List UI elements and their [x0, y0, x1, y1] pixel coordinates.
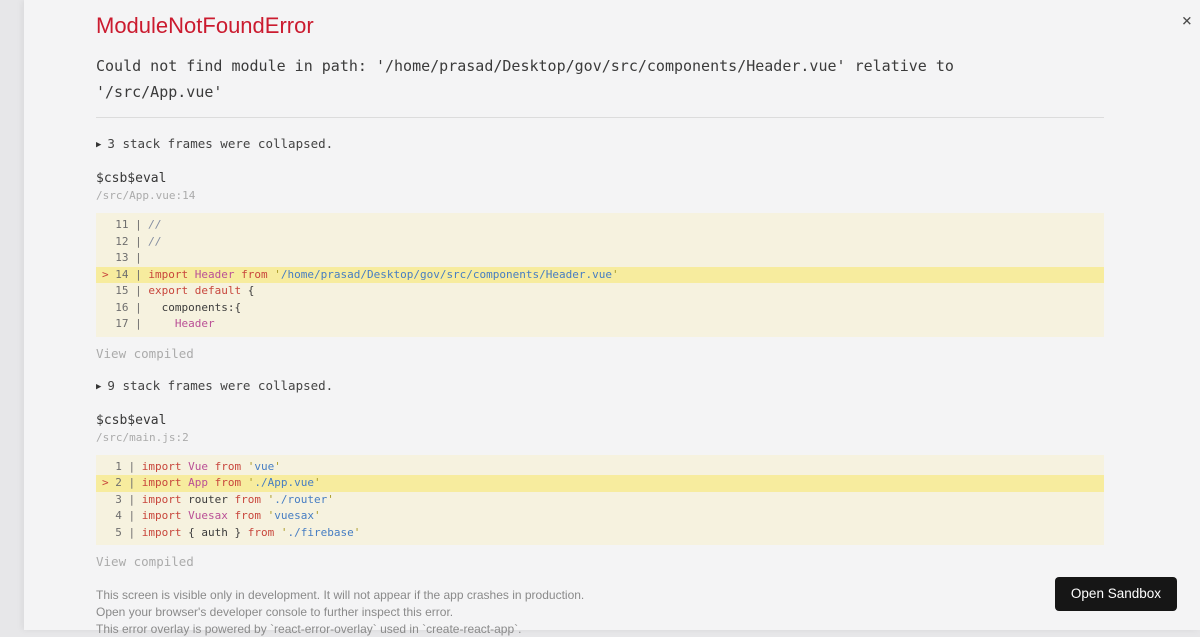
code-snippet: 1 | import Vue from 'vue'> 2 | import Ap…	[96, 455, 1104, 546]
collapsed-frames-label: 9 stack frames were collapsed.	[107, 378, 333, 393]
code-line: 3 | import router from './router'	[96, 492, 1104, 509]
frame-function-name: $csb$eval	[96, 172, 1104, 186]
collapsed-frames-toggle[interactable]: ▶ 3 stack frames were collapsed.	[96, 137, 1104, 152]
code-line: 4 | import Vuesax from 'vuesax'	[96, 508, 1104, 525]
collapse-arrow-icon: ▶	[96, 139, 101, 152]
code-line: 5 | import { auth } from './firebase'	[96, 525, 1104, 542]
code-line: 17 | Header	[96, 316, 1104, 333]
frame-file-location: /src/App.vue:14	[96, 190, 1104, 202]
divider	[96, 117, 1104, 118]
code-line: 11 | //	[96, 217, 1104, 234]
code-line: 12 | //	[96, 234, 1104, 251]
footer-line: Open your browser's developer console to…	[96, 604, 1104, 621]
code-line: 16 | components:{	[96, 300, 1104, 317]
code-line: > 2 | import App from './App.vue'	[96, 475, 1104, 492]
code-line: 15 | export default {	[96, 283, 1104, 300]
frame-function-name: $csb$eval	[96, 414, 1104, 428]
code-line: 13 |	[96, 250, 1104, 267]
stack-frame-section: ▶ 9 stack frames were collapsed. $csb$eva…	[96, 379, 1104, 569]
error-message: Could not find module in path: '/home/pr…	[96, 54, 1056, 105]
code-snippet: 11 | // 12 | // 13 | > 14 | import Heade…	[96, 213, 1104, 337]
frame-file-location: /src/main.js:2	[96, 432, 1104, 444]
footer-line: This error overlay is powered by `react-…	[96, 621, 1104, 637]
view-compiled-link[interactable]: View compiled	[96, 555, 1104, 568]
collapsed-frames-toggle[interactable]: ▶ 9 stack frames were collapsed.	[96, 379, 1104, 394]
error-title: ModuleNotFoundError	[96, 12, 1104, 39]
code-line: 1 | import Vue from 'vue'	[96, 459, 1104, 476]
open-sandbox-button[interactable]: Open Sandbox	[1055, 577, 1177, 611]
error-content: ModuleNotFoundError Could not find modul…	[96, 0, 1104, 637]
stack-frame-section: ▶ 3 stack frames were collapsed. $csb$eva…	[96, 137, 1104, 360]
error-overlay: × ModuleNotFoundError Could not find mod…	[24, 0, 1200, 630]
code-line: > 14 | import Header from '/home/prasad/…	[96, 267, 1104, 284]
footer-line: This screen is visible only in developme…	[96, 587, 1104, 604]
close-icon[interactable]: ×	[1182, 13, 1192, 30]
view-compiled-link[interactable]: View compiled	[96, 347, 1104, 360]
collapsed-frames-label: 3 stack frames were collapsed.	[107, 136, 333, 151]
collapse-arrow-icon: ▶	[96, 381, 101, 394]
